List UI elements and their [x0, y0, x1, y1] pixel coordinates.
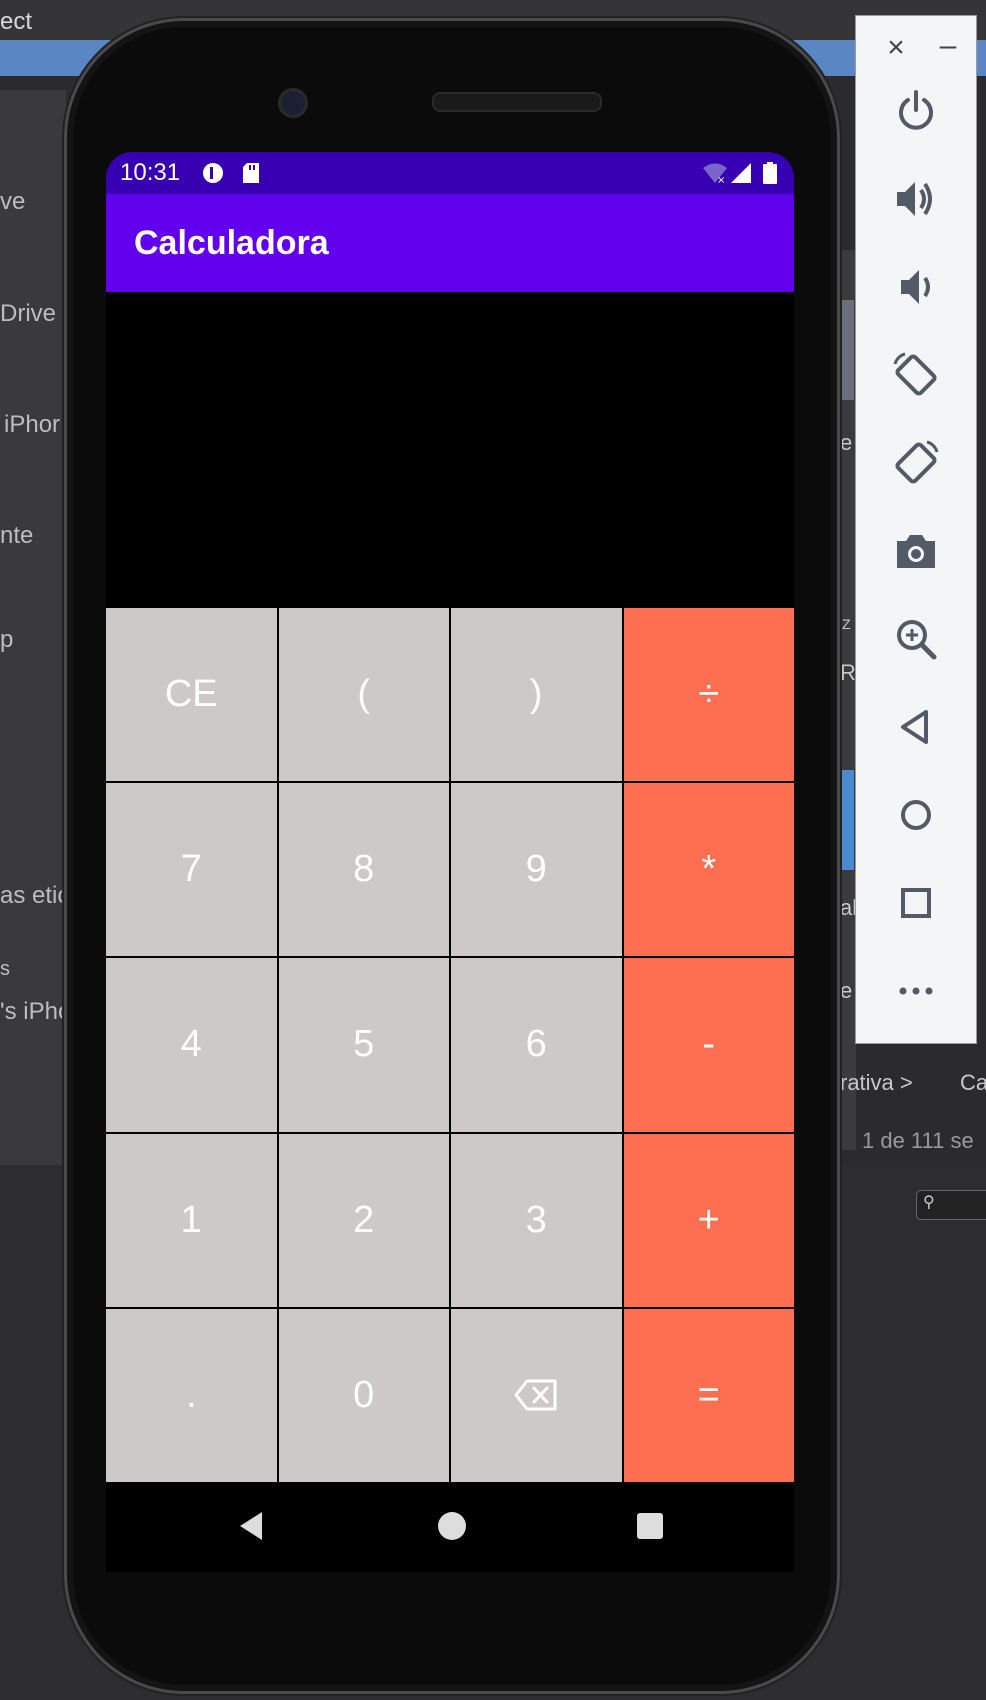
background-list-item: as etic	[0, 882, 70, 909]
nav-back-icon[interactable]	[234, 1506, 274, 1546]
emulator-toolbar: × –	[855, 15, 977, 1044]
app-title: Calculadora	[134, 224, 329, 262]
divide-button[interactable]: ÷	[623, 608, 794, 782]
backspace-icon	[514, 1379, 557, 1411]
wifi-icon: ×	[703, 163, 727, 184]
earpiece-speaker	[432, 92, 602, 112]
background-right-text: e	[840, 978, 853, 1003]
digit-6-button[interactable]: 6	[451, 958, 622, 1132]
phone-screen: 10:31 × Calculadora CE ( ) ÷ 7 8 9 * 4 5…	[106, 152, 794, 1482]
background-right-text: e	[840, 430, 853, 455]
app-notification-icon	[203, 163, 223, 183]
background-right-text: Ca	[960, 1070, 986, 1095]
background-thumbnail	[838, 770, 854, 870]
background-left-list: ve Drive iPhor nte p as etic s 's iPho	[0, 0, 71, 1100]
signal-icon	[731, 163, 751, 183]
background-thumbnail	[838, 300, 854, 400]
background-list-item: p	[0, 626, 14, 653]
backspace-button[interactable]	[451, 1308, 622, 1482]
front-camera	[278, 88, 308, 118]
home-icon[interactable]	[891, 790, 941, 840]
calculator-keypad: CE ( ) ÷ 7 8 9 * 4 5 6 - 1 2 3 + . 0 =	[106, 608, 794, 1482]
digit-0-button[interactable]: 0	[278, 1308, 449, 1482]
calculator-display	[106, 292, 794, 608]
zoom-icon[interactable]	[891, 614, 941, 664]
search-icon: ⚲	[923, 1194, 935, 1211]
equals-button[interactable]: =	[623, 1308, 794, 1482]
volume-down-icon[interactable]	[891, 262, 941, 312]
clear-entry-button[interactable]: CE	[106, 608, 277, 782]
minus-button[interactable]: -	[623, 958, 794, 1132]
background-right-text: R	[840, 660, 856, 685]
plus-button[interactable]: +	[623, 1133, 794, 1307]
background-search-field[interactable]: ⚲	[916, 1190, 986, 1220]
rotate-left-icon[interactable]	[891, 350, 941, 400]
multiply-button[interactable]: *	[623, 783, 794, 957]
digit-7-button[interactable]: 7	[106, 783, 277, 957]
app-bar: Calculadora	[106, 194, 794, 292]
sd-card-icon	[243, 163, 259, 183]
volume-up-icon[interactable]	[891, 174, 941, 224]
back-icon[interactable]	[891, 702, 941, 752]
background-list-item: Drive	[0, 300, 57, 327]
background-list-item: ve	[0, 188, 26, 215]
decimal-point-button[interactable]: .	[106, 1308, 277, 1482]
close-paren-button[interactable]: )	[451, 608, 622, 782]
open-paren-button[interactable]: (	[278, 608, 449, 782]
background-list-item: iPhor	[4, 411, 61, 438]
more-options-icon[interactable]	[891, 966, 941, 1016]
background-right-text: Z	[842, 616, 851, 632]
background-list-item: nte	[0, 522, 34, 549]
minimize-icon[interactable]: –	[930, 30, 966, 66]
nav-recents-icon[interactable]	[630, 1506, 670, 1546]
nav-home-icon[interactable]	[432, 1506, 472, 1546]
background-right-text: 1 de 111 se	[862, 1128, 974, 1153]
rotate-right-icon[interactable]	[891, 438, 941, 488]
svg-text:×: ×	[717, 175, 725, 184]
digit-9-button[interactable]: 9	[451, 783, 622, 957]
digit-1-button[interactable]: 1	[106, 1133, 277, 1307]
background-list-item: 's iPho	[0, 998, 72, 1025]
close-icon[interactable]: ×	[878, 30, 914, 66]
digit-8-button[interactable]: 8	[278, 783, 449, 957]
android-navigation-bar	[106, 1482, 794, 1572]
screenshot-camera-icon[interactable]	[891, 526, 941, 576]
overview-icon[interactable]	[891, 878, 941, 928]
digit-3-button[interactable]: 3	[451, 1133, 622, 1307]
status-time: 10:31	[120, 159, 181, 186]
status-bar: 10:31 ×	[106, 152, 794, 194]
digit-2-button[interactable]: 2	[278, 1133, 449, 1307]
digit-5-button[interactable]: 5	[278, 958, 449, 1132]
background-list-item: s	[0, 958, 10, 980]
background-right-text: rativa >	[840, 1070, 913, 1095]
power-icon[interactable]	[891, 86, 941, 136]
digit-4-button[interactable]: 4	[106, 958, 277, 1132]
battery-icon	[763, 162, 777, 184]
